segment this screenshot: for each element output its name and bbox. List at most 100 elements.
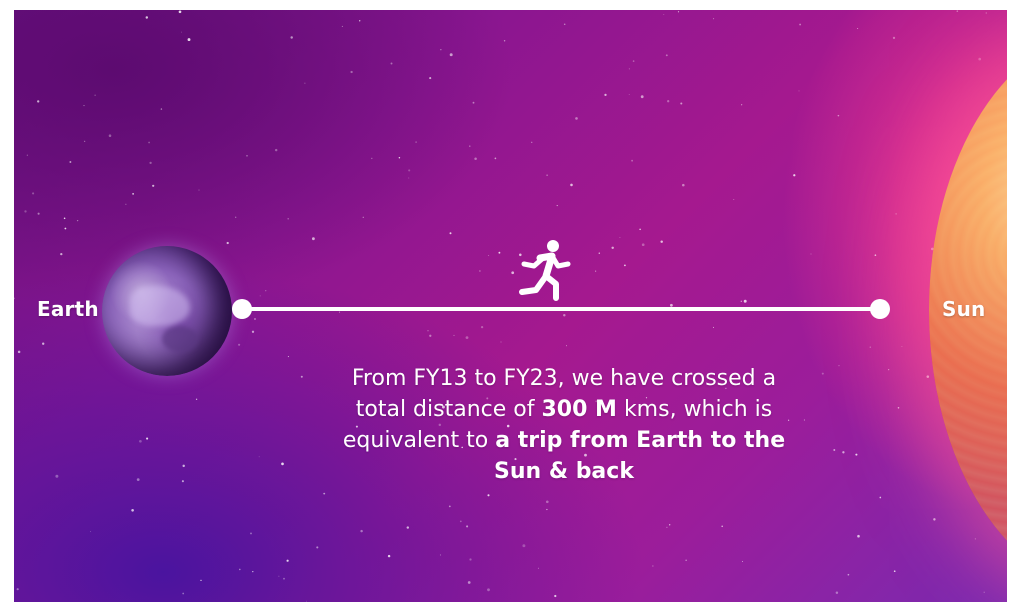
star	[55, 474, 59, 478]
star	[488, 255, 490, 256]
star	[663, 14, 665, 16]
star	[810, 253, 812, 255]
star	[17, 350, 21, 354]
star	[448, 505, 451, 508]
star	[238, 343, 241, 346]
star	[359, 20, 361, 22]
star	[226, 241, 229, 245]
star	[874, 254, 877, 257]
star	[42, 342, 45, 345]
star	[474, 157, 477, 161]
star	[235, 216, 237, 218]
star	[546, 174, 548, 176]
star	[26, 154, 28, 156]
star	[465, 336, 469, 339]
star	[895, 213, 897, 215]
earth-image	[102, 246, 232, 376]
star	[500, 341, 502, 343]
star	[545, 500, 549, 504]
star	[563, 23, 566, 26]
star	[149, 161, 152, 165]
star	[83, 105, 85, 107]
star	[901, 346, 903, 347]
star	[604, 93, 607, 97]
star	[487, 494, 490, 497]
star	[712, 326, 715, 328]
star	[570, 183, 573, 187]
caption-distance-value: 300 M	[541, 397, 617, 422]
star	[84, 140, 86, 142]
star	[803, 419, 805, 421]
star	[14, 297, 15, 300]
star	[893, 570, 896, 573]
star	[76, 219, 79, 222]
star	[132, 193, 134, 195]
star	[833, 449, 836, 451]
star	[360, 529, 363, 533]
star	[892, 36, 896, 40]
star	[90, 531, 92, 533]
star	[37, 100, 40, 103]
star	[408, 177, 410, 179]
star	[408, 169, 411, 172]
star	[390, 62, 393, 65]
star	[667, 100, 670, 103]
earth-label: Earth	[37, 297, 99, 321]
star	[741, 104, 743, 106]
star	[926, 375, 930, 378]
star	[793, 174, 796, 177]
star	[198, 189, 200, 191]
star	[466, 525, 469, 528]
star	[439, 554, 442, 556]
star	[32, 192, 35, 195]
star	[339, 311, 341, 313]
star	[362, 216, 364, 218]
star	[251, 330, 255, 333]
star	[152, 184, 155, 187]
star	[503, 40, 506, 42]
star	[798, 90, 800, 92]
star	[323, 492, 326, 495]
star	[181, 31, 182, 33]
star	[182, 464, 185, 468]
star	[835, 591, 839, 595]
star	[136, 478, 140, 481]
star	[743, 299, 747, 303]
star	[316, 546, 319, 549]
star	[24, 210, 27, 213]
star	[287, 218, 289, 220]
star	[598, 252, 601, 254]
star	[978, 57, 982, 61]
star	[563, 313, 566, 317]
star	[498, 251, 501, 254]
distance-line	[242, 307, 882, 311]
star	[713, 18, 715, 20]
star	[956, 10, 959, 12]
star	[398, 157, 401, 159]
star	[429, 77, 432, 80]
star	[286, 559, 289, 562]
star	[680, 102, 683, 105]
star	[64, 227, 67, 230]
star	[181, 480, 184, 483]
star	[146, 437, 149, 440]
star	[837, 114, 840, 117]
star	[522, 544, 526, 548]
earth-endpoint-dot	[232, 299, 252, 319]
star	[838, 365, 840, 367]
star	[69, 161, 72, 163]
star	[290, 36, 293, 39]
star	[821, 372, 824, 375]
star	[139, 439, 142, 443]
star	[449, 232, 452, 235]
star	[453, 334, 455, 336]
sun-label: Sun	[942, 297, 986, 321]
star	[278, 575, 280, 577]
star	[350, 70, 353, 74]
star	[665, 54, 668, 57]
star	[125, 203, 127, 205]
star	[258, 456, 260, 458]
star	[250, 532, 252, 535]
star	[595, 270, 597, 272]
star	[857, 534, 860, 538]
